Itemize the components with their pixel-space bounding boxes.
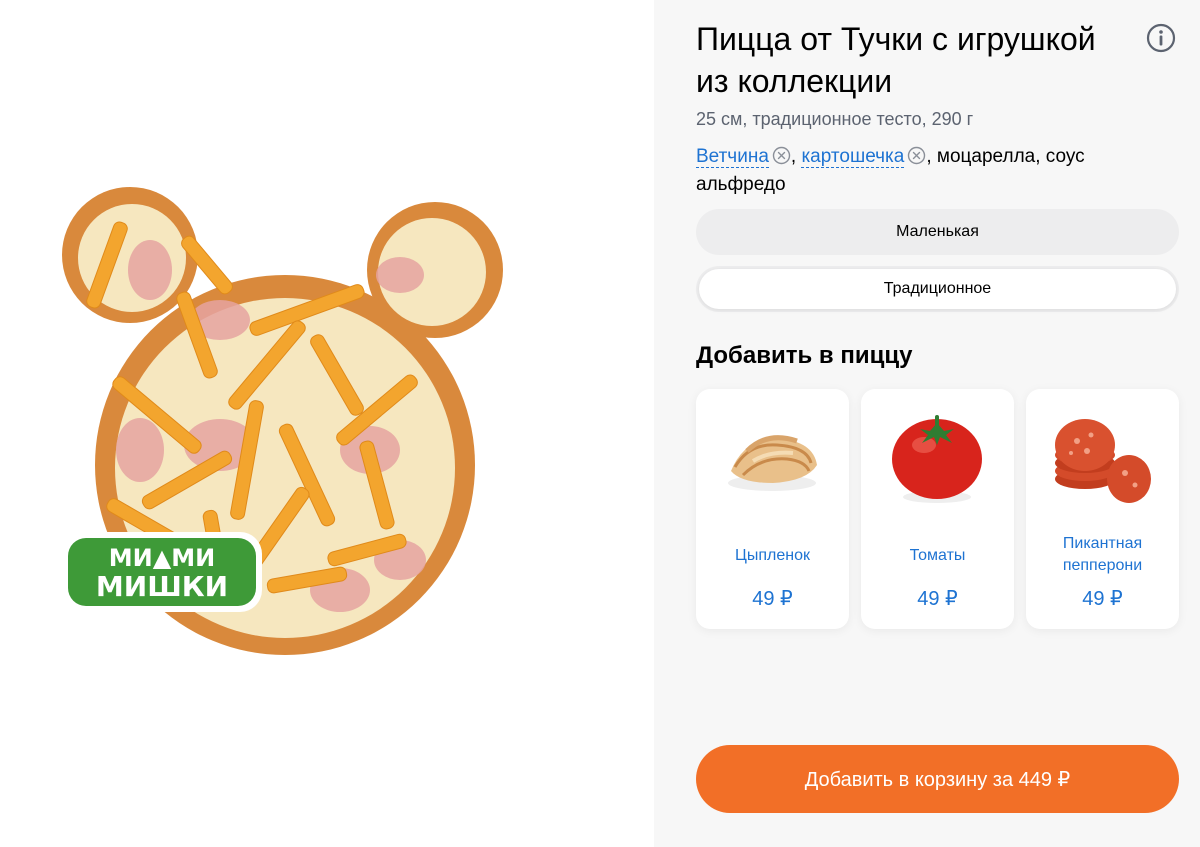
chicken-icon [728, 435, 817, 491]
product-image-pane: МИ▲МИ МИШКИ [0, 0, 654, 847]
topping-price: 49 ₽ [752, 588, 793, 610]
product-title: Пицца от Тучки с игрушкой из коллекции [696, 21, 1096, 99]
add-to-cart-label: Добавить в корзину за 449 ₽ [804, 768, 1071, 791]
toppings-section-title: Добавить в пиццу [696, 342, 913, 369]
pizza-image: МИ▲МИ МИШКИ [62, 187, 503, 655]
remove-icon[interactable] [907, 146, 926, 165]
topping-card-chicken[interactable]: Цыпленок 49 ₽ [696, 389, 849, 629]
size-option-label: Маленькая [896, 223, 979, 240]
dough-selector[interactable]: Традиционное [696, 266, 1179, 312]
ingredients-list: Ветчина, картошечка, моцарелла, соус аль… [696, 143, 1156, 199]
info-icon[interactable] [1145, 22, 1177, 54]
product-subtitle: 25 см, традиционное тесто, 290 г [696, 109, 974, 129]
ingredient-separator: , [790, 146, 802, 167]
add-to-cart-button[interactable]: Добавить в корзину за 449 ₽ [696, 745, 1179, 813]
dough-option-label: Традиционное [883, 280, 992, 297]
topping-name: Томаты [909, 547, 966, 564]
dough-option-selected[interactable]: Традиционное [699, 269, 1176, 309]
svg-text:МИШКИ: МИШКИ [96, 570, 228, 603]
topping-card-tomato[interactable]: Томаты 49 ₽ [861, 389, 1014, 629]
topping-name: Пикантная пепперони [1062, 535, 1143, 574]
ingredient-potato[interactable]: картошечка [801, 146, 905, 168]
pepperoni-icon [1055, 419, 1151, 503]
product-details-panel: Пицца от Тучки с игрушкой из коллекции 2… [654, 0, 1200, 847]
remove-icon[interactable] [772, 146, 791, 165]
topping-name: Цыпленок [735, 547, 810, 564]
tomato-icon [892, 415, 982, 503]
svg-text:МИ▲МИ: МИ▲МИ [109, 544, 215, 572]
topping-price: 49 ₽ [917, 588, 958, 610]
ingredient-ham[interactable]: Ветчина [696, 146, 769, 168]
topping-price: 49 ₽ [1082, 588, 1123, 610]
mimimishki-logo: МИ▲МИ МИШКИ [62, 532, 262, 612]
topping-card-pepperoni[interactable]: Пикантная пепперони 49 ₽ [1026, 389, 1179, 629]
size-selector[interactable]: Маленькая [696, 209, 1179, 255]
